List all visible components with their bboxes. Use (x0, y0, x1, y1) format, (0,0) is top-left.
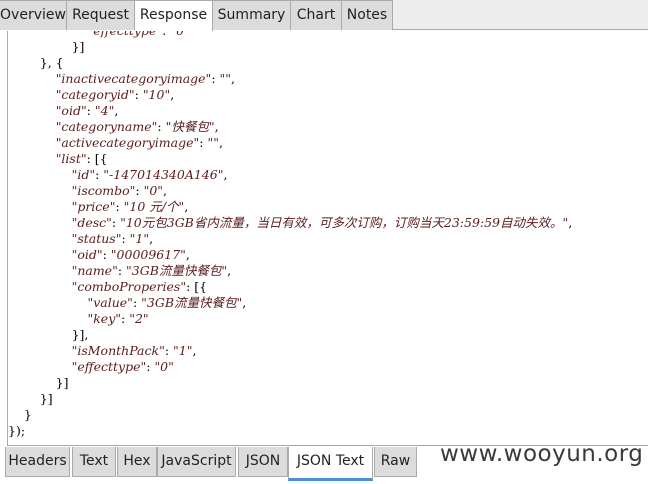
json-line: "comboProperies": [{ (71, 279, 208, 294)
tab-request[interactable]: Request (67, 0, 135, 30)
json-text-viewer[interactable]: "effecttype": "0" }] }, { "inactivecateg… (7, 31, 648, 446)
tab-json[interactable]: JSON (238, 447, 288, 477)
tab-headers[interactable]: Headers (5, 447, 70, 477)
json-line: "iscombo": "0", (71, 183, 168, 198)
json-line: }], (8, 327, 89, 342)
tab-javascript[interactable]: JavaScript (157, 447, 236, 477)
tab-chart[interactable]: Chart (291, 0, 342, 30)
json-line: "value": "3GB流量快餐包", (87, 295, 247, 310)
json-line: }] (8, 391, 53, 406)
json-line: "list": [{ (55, 151, 108, 166)
watermark-text: www.wooyun.org (440, 441, 644, 467)
tab-notes[interactable]: Notes (342, 0, 393, 30)
json-line: "status": "1", (71, 231, 154, 246)
tab-raw[interactable]: Raw (374, 447, 417, 477)
tab-hex[interactable]: Hex (117, 447, 157, 477)
json-line: "key": "2" (87, 311, 149, 326)
tab-overview[interactable]: Overview (0, 0, 67, 30)
json-line: "inactivecategoryimage": "", (55, 71, 235, 86)
json-line: }, { (8, 55, 64, 70)
json-line: }] (8, 375, 69, 390)
tab-json-text[interactable]: JSON Text (288, 447, 373, 481)
json-line: }); (8, 423, 26, 438)
json-line: "effecttype": "0" (8, 31, 189, 39)
json-line: "name": "3GB流量快餐包", (71, 263, 232, 278)
json-line: "oid": "4", (55, 103, 119, 118)
json-line: "categoryid": "10", (55, 87, 175, 102)
json-line: "activecategoryimage": "", (55, 135, 223, 150)
json-line: "isMonthPack": "1", (71, 343, 197, 358)
json-line: }] (8, 39, 85, 54)
json-line: } (8, 407, 32, 422)
json-line: "effecttype": "0" (71, 359, 174, 374)
json-line: "price": "10 元/个", (71, 199, 189, 214)
json-line: "categoryname": "快餐包", (55, 119, 219, 134)
json-line: "id": "-147014340A146", (71, 167, 228, 182)
json-line: "desc": "10元包3GB省内流量，当日有效，可多次订购，订购当天23:5… (71, 215, 573, 230)
tab-text[interactable]: Text (72, 447, 116, 477)
tab-summary[interactable]: Summary (213, 0, 291, 30)
response-inspector-tabs: Overview Request Response Summary Chart … (0, 0, 648, 31)
json-line: "oid": "00009617", (71, 247, 190, 262)
tab-response[interactable]: Response (135, 0, 213, 31)
